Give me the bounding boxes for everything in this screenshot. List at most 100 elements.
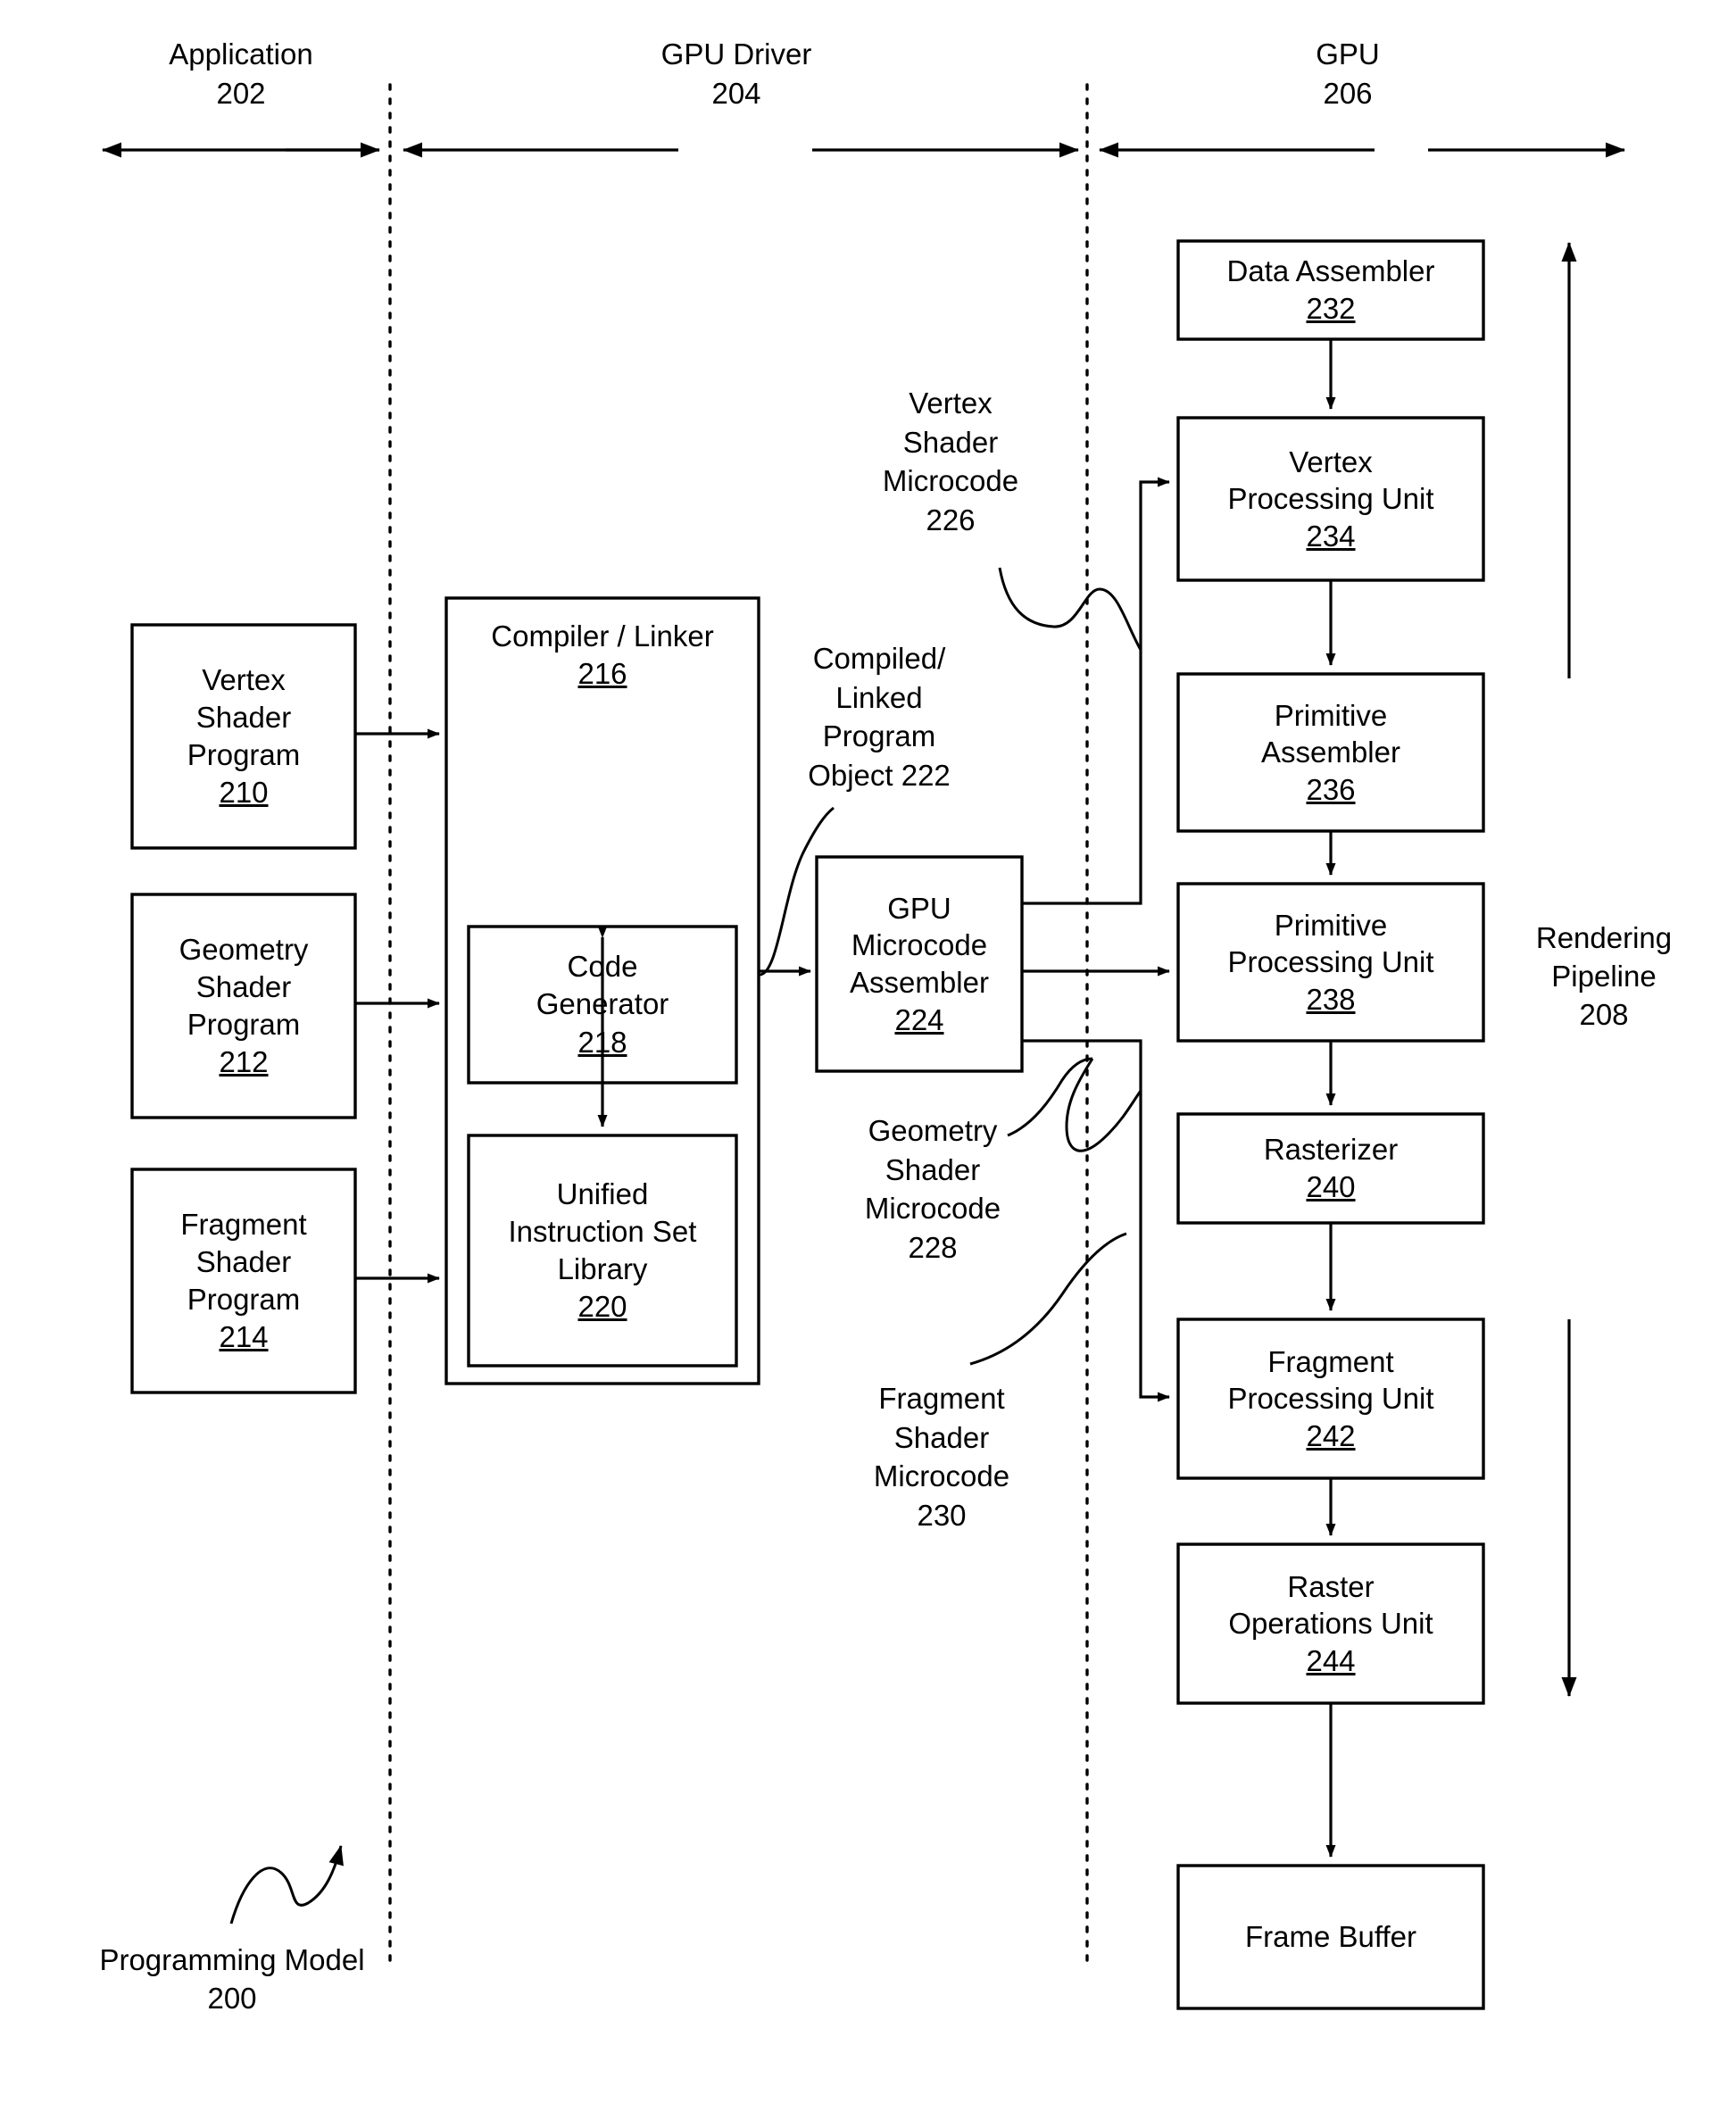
- box-label-line: Geometry: [179, 932, 309, 966]
- route-fragment-microcode: [1022, 1039, 1170, 1402]
- box-label-line: Shader: [195, 969, 292, 1003]
- callout-line: Shader: [893, 1420, 990, 1454]
- box-label-line: GPU: [887, 891, 951, 925]
- label-geometry-shader-microcode: Geometry Shader Microcode 228: [830, 1111, 1035, 1267]
- box-code-generator-text: Code Generator 218: [469, 927, 736, 1083]
- box-label-line: Microcode: [851, 928, 988, 962]
- label-compiled-linked-program-object: Compiled/ Linked Program Object 222: [785, 639, 973, 794]
- column-header-application: Application 202: [98, 37, 384, 111]
- leader-programming-model-200: [229, 1845, 344, 1925]
- box-label-line: Raster: [1287, 1569, 1375, 1603]
- column-header-gpu: GPU 206: [1250, 37, 1446, 111]
- column-header-gpu-ref: 206: [1323, 77, 1373, 110]
- box-primitive-assembler-text: Primitive Assembler 236: [1178, 674, 1483, 831]
- callout-line: Programming Model: [99, 1943, 365, 1976]
- callout-line: Microcode: [864, 1192, 1001, 1226]
- box-ref-number: 244: [1306, 1643, 1356, 1677]
- callout-line: Microcode: [873, 1459, 1010, 1493]
- box-frame-buffer-text: Frame Buffer: [1178, 1866, 1483, 2008]
- callout-line: Geometry: [868, 1114, 998, 1147]
- box-ref-number: 224: [894, 1002, 944, 1036]
- box-label-line: Fragment: [180, 1207, 307, 1241]
- callout-ref: 226: [926, 503, 976, 536]
- box-raster-operations-unit-text: Raster Operations Unit 244: [1178, 1544, 1483, 1703]
- box-label-line: Instruction Set: [508, 1214, 697, 1248]
- box-ref-number: 238: [1306, 982, 1356, 1016]
- box-primitive-processing-unit-text: Primitive Processing Unit 238: [1178, 884, 1483, 1041]
- box-gpu-microcode-assembler-text: GPU Microcode Assembler 224: [817, 857, 1022, 1071]
- box-label-line: Assembler: [1261, 736, 1400, 769]
- label-fragment-shader-microcode: Fragment Shader Microcode 230: [839, 1379, 1044, 1534]
- callout-line: Compiled/: [812, 642, 946, 675]
- box-unified-instruction-set-library-text: Unified Instruction Set Library 220: [469, 1135, 736, 1366]
- box-ref-number: 240: [1306, 1170, 1356, 1203]
- column-header-application-label: Application: [169, 37, 313, 71]
- box-label-line: Library: [557, 1252, 648, 1285]
- box-fragment-shader-program-text: Fragment Shader Program 214: [132, 1169, 355, 1393]
- callout-ref: 200: [207, 1981, 257, 2015]
- callout-line: Shader: [885, 1152, 981, 1186]
- box-label-line: Assembler: [850, 966, 989, 999]
- box-vertex-processing-unit-text: Vertex Processing Unit 234: [1178, 418, 1483, 580]
- box-compiler-linker-text: Compiler / Linker 216: [446, 618, 759, 693]
- callout-line: Fragment: [878, 1382, 1005, 1415]
- callout-line: Microcode: [882, 464, 1019, 498]
- box-label-line: Shader: [195, 700, 292, 734]
- callout-line: Vertex: [909, 387, 993, 420]
- box-label-line: Operations Unit: [1228, 1607, 1433, 1641]
- box-label-line: Rasterizer: [1263, 1133, 1399, 1167]
- column-header-gpu-driver-label: GPU Driver: [660, 37, 812, 71]
- label-vertex-shader-microcode: Vertex Shader Microcode 226: [843, 384, 1058, 539]
- box-label-line: Primitive: [1274, 908, 1388, 942]
- box-label-line: Program: [187, 1008, 301, 1041]
- box-label-line: Vertex: [202, 662, 286, 696]
- box-label-line: Generator: [536, 987, 669, 1021]
- box-ref-number: 236: [1306, 772, 1356, 806]
- column-header-gpu-driver-ref: 204: [711, 77, 761, 110]
- box-ref-number: 232: [1306, 292, 1356, 325]
- box-rasterizer-text: Rasterizer 240: [1178, 1114, 1483, 1223]
- box-ref-number: 214: [219, 1320, 269, 1354]
- box-label-line: Unified: [556, 1176, 649, 1210]
- box-label-line: Code: [567, 950, 638, 984]
- callout-line: Shader: [902, 425, 999, 459]
- box-ref-number: 218: [577, 1025, 627, 1059]
- callout-line: Program: [822, 719, 936, 753]
- box-label-line: Primitive: [1274, 698, 1388, 732]
- callout-line: Rendering: [1535, 921, 1673, 954]
- box-ref-number: 220: [577, 1290, 627, 1324]
- box-ref-number: 234: [1306, 519, 1356, 553]
- box-geometry-shader-program-text: Geometry Shader Program 212: [132, 894, 355, 1118]
- leader-vertex-microcode-226: [998, 567, 1142, 651]
- box-ref-number: 212: [219, 1045, 269, 1079]
- box-label-line: Compiler / Linker: [491, 619, 714, 653]
- box-label-line: Fragment: [1267, 1344, 1394, 1378]
- box-ref-number: 210: [219, 776, 269, 810]
- box-ref-number: 216: [577, 657, 627, 691]
- box-label-line: Processing Unit: [1227, 945, 1434, 979]
- box-label-line: Vertex: [1289, 445, 1373, 478]
- callout-line: Linked: [835, 680, 923, 714]
- column-header-gpu-label: GPU: [1316, 37, 1380, 71]
- callout-ref: 208: [1579, 997, 1629, 1031]
- box-vertex-shader-program-text: Vertex Shader Program 210: [132, 625, 355, 848]
- box-label-line: Program: [187, 738, 301, 771]
- box-label-line: Frame Buffer: [1245, 1920, 1416, 1954]
- callout-line: Object 222: [808, 758, 951, 792]
- box-label-line: Program: [187, 1283, 301, 1316]
- box-label-line: Data Assembler: [1226, 254, 1435, 288]
- box-label-line: Processing Unit: [1227, 1382, 1434, 1416]
- label-programming-model: Programming Model 200: [85, 1941, 379, 2018]
- box-ref-number: 242: [1306, 1418, 1356, 1452]
- callout-line: Pipeline: [1551, 959, 1657, 993]
- label-rendering-pipeline: Rendering Pipeline 208: [1492, 919, 1715, 1035]
- callout-ref: 228: [908, 1230, 958, 1264]
- box-fragment-processing-unit-text: Fragment Processing Unit 242: [1178, 1319, 1483, 1478]
- box-label-line: Processing Unit: [1227, 482, 1434, 516]
- callout-ref: 230: [917, 1498, 967, 1532]
- column-header-application-ref: 202: [216, 77, 266, 110]
- box-data-assembler-text: Data Assembler 232: [1178, 241, 1483, 339]
- route-vertex-microcode: [1022, 477, 1170, 905]
- patent-figure-canvas: Application 202 GPU Driver 204 GPU 206 V…: [0, 0, 1736, 2120]
- column-header-gpu-driver: GPU Driver 204: [589, 37, 884, 111]
